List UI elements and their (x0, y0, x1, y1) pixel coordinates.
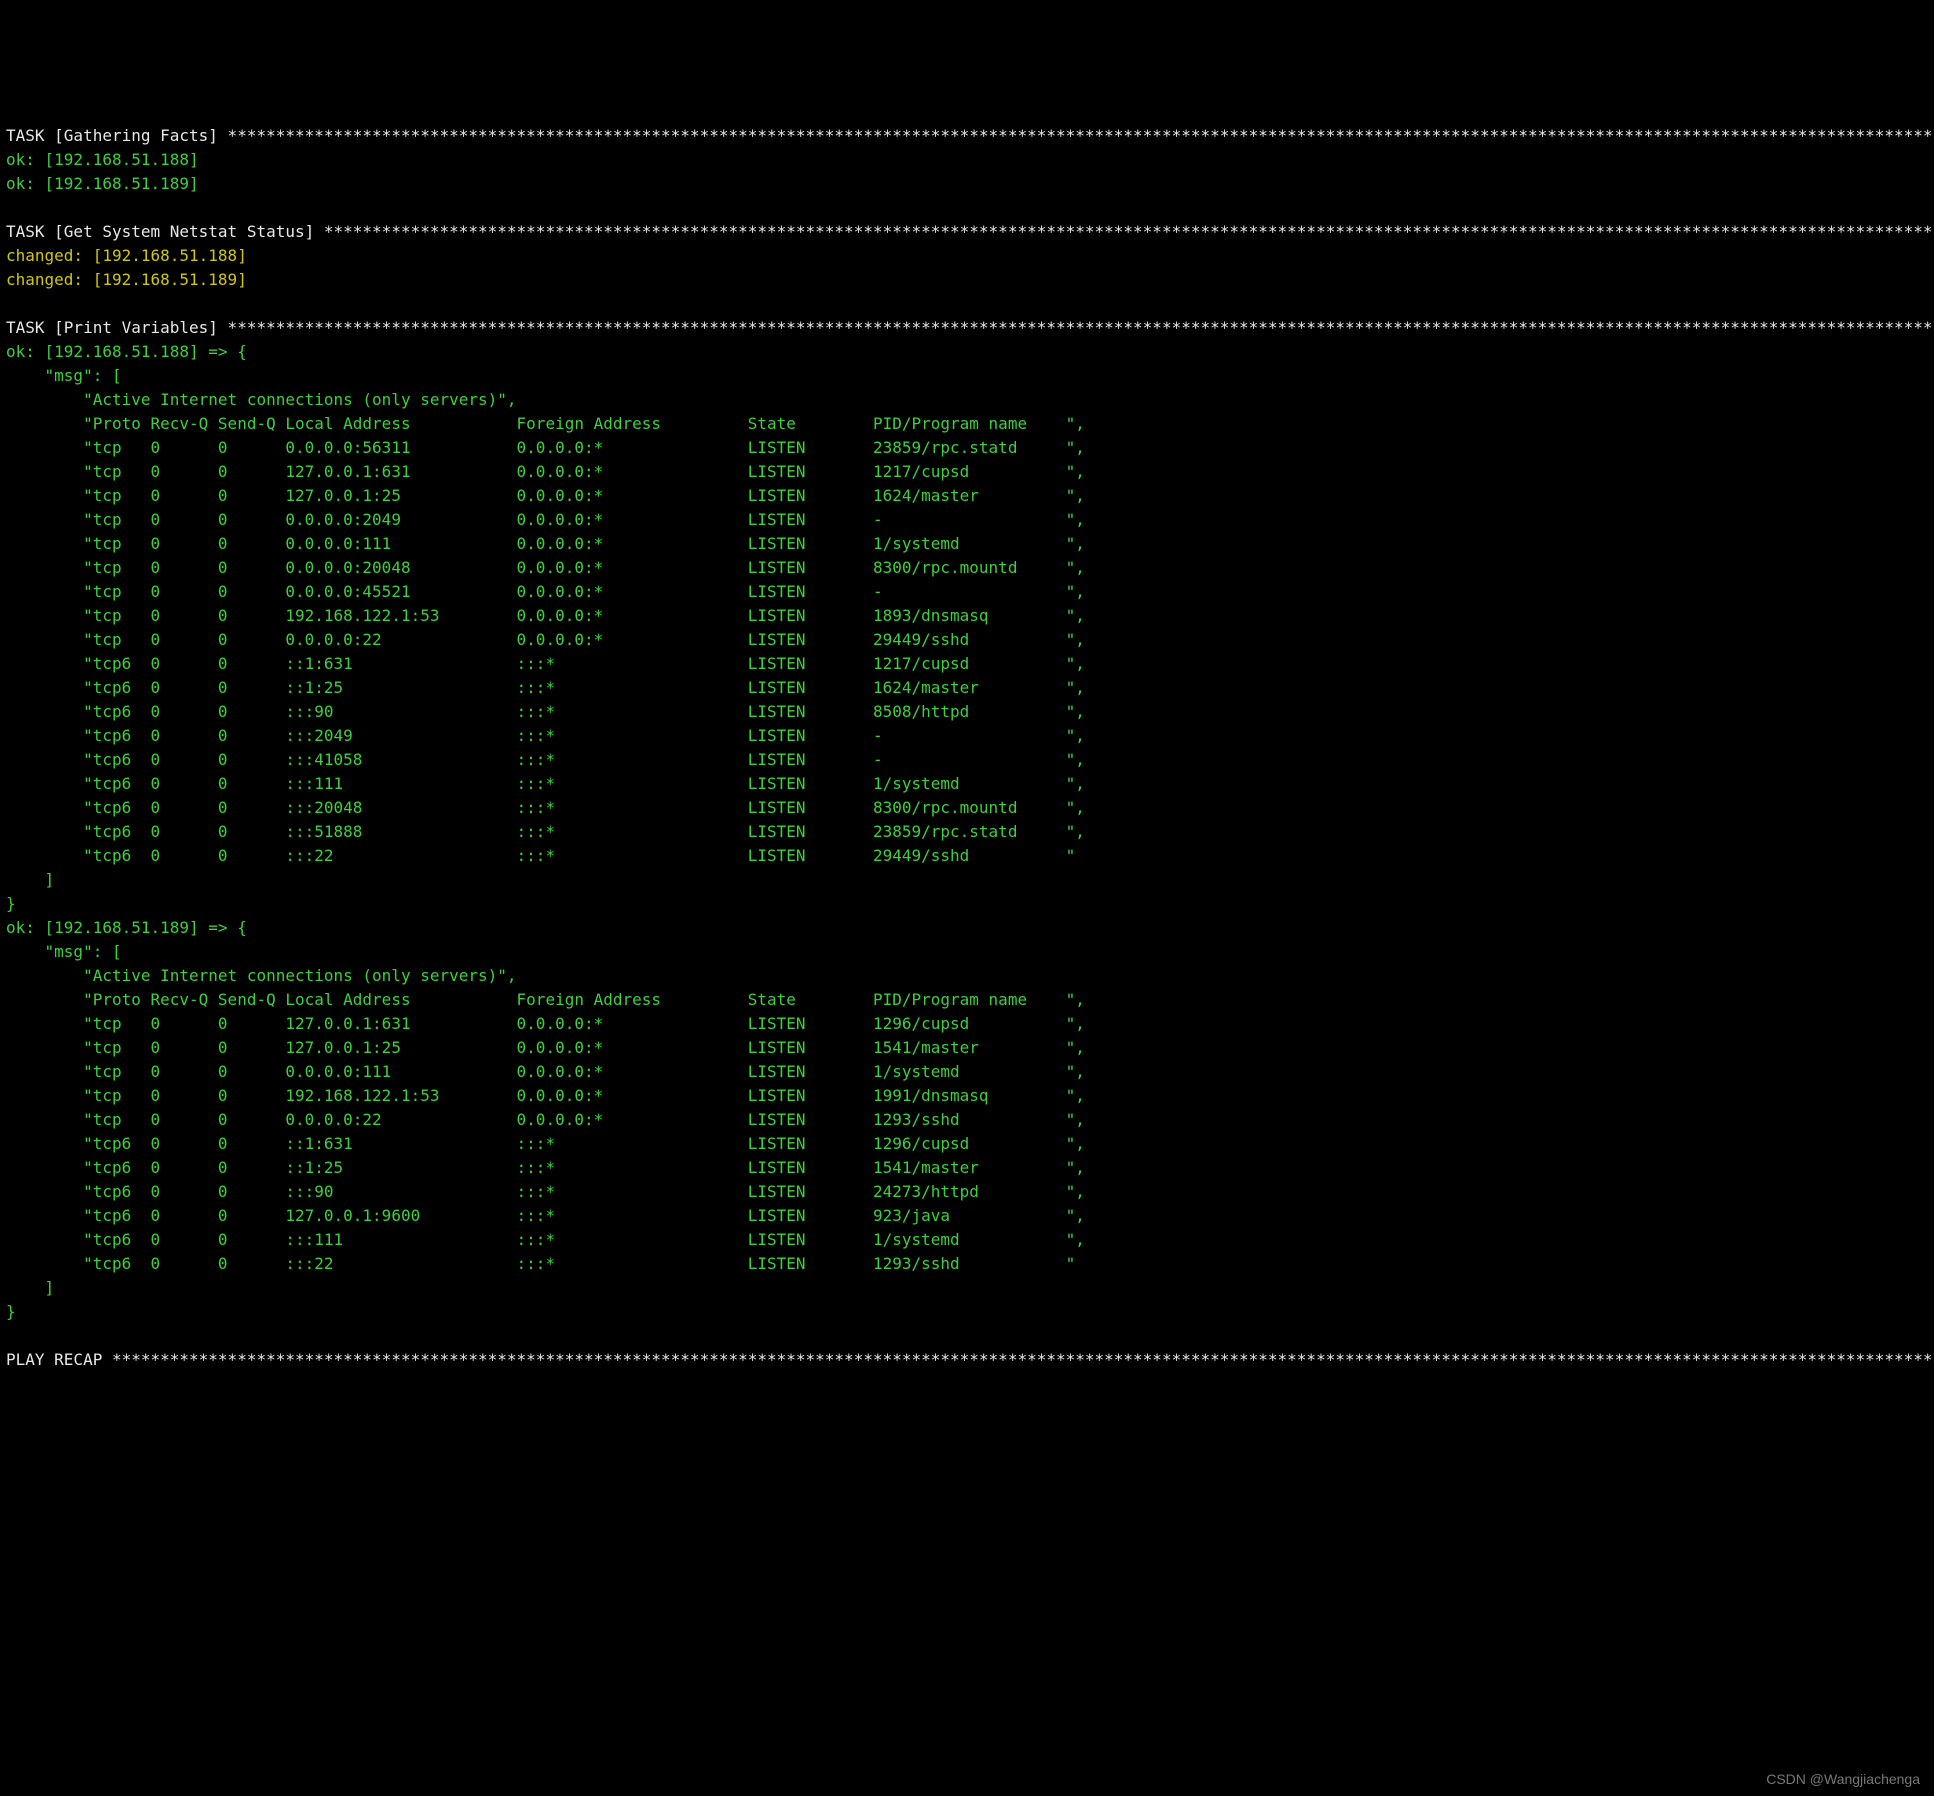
netstat-row: "tcp6 0 0 :::51888 :::* LISTEN 23859/rpc… (6, 820, 1934, 844)
blank-line (6, 292, 1934, 316)
msg-close-bracket: ] (6, 1276, 1934, 1300)
msg-key: "msg": [ (6, 940, 1934, 964)
netstat-row: "tcp 0 0 192.168.122.1:53 0.0.0.0:* LIST… (6, 604, 1934, 628)
status-line: ok: [192.168.51.189] (6, 172, 1934, 196)
netstat-row: "tcp6 0 0 ::1:631 :::* LISTEN 1296/cupsd… (6, 1132, 1934, 1156)
task-header: TASK [Print Variables] *****************… (6, 316, 1934, 340)
status-line: changed: [192.168.51.188] (6, 244, 1934, 268)
netstat-row: "tcp 0 0 192.168.122.1:53 0.0.0.0:* LIST… (6, 1084, 1934, 1108)
msg-close-bracket: ] (6, 868, 1934, 892)
netstat-row: "tcp 0 0 127.0.0.1:25 0.0.0.0:* LISTEN 1… (6, 1036, 1934, 1060)
netstat-row: "tcp6 0 0 :::22 :::* LISTEN 1293/sshd " (6, 1252, 1934, 1276)
netstat-row: "tcp6 0 0 ::1:25 :::* LISTEN 1624/master… (6, 676, 1934, 700)
netstat-row: "tcp6 0 0 :::90 :::* LISTEN 24273/httpd … (6, 1180, 1934, 1204)
msg-key: "msg": [ (6, 364, 1934, 388)
result-close-brace: } (6, 1300, 1934, 1324)
watermark: CSDN @Wangjiachenga (1766, 1769, 1920, 1790)
netstat-row: "tcp6 0 0 :::22 :::* LISTEN 29449/sshd " (6, 844, 1934, 868)
netstat-row: "tcp 0 0 0.0.0.0:111 0.0.0.0:* LISTEN 1/… (6, 532, 1934, 556)
blank-line (6, 1324, 1934, 1348)
netstat-row: "tcp6 0 0 :::41058 :::* LISTEN - ", (6, 748, 1934, 772)
netstat-row: "tcp6 0 0 ::1:631 :::* LISTEN 1217/cupsd… (6, 652, 1934, 676)
play-recap-header: PLAY RECAP *****************************… (6, 1348, 1934, 1372)
netstat-row: "tcp6 0 0 ::1:25 :::* LISTEN 1541/master… (6, 1156, 1934, 1180)
netstat-row: "tcp6 0 0 :::2049 :::* LISTEN - ", (6, 724, 1934, 748)
status-line: changed: [192.168.51.189] (6, 268, 1934, 292)
netstat-row: "tcp6 0 0 :::90 :::* LISTEN 8508/httpd "… (6, 700, 1934, 724)
netstat-row: "tcp 0 0 0.0.0.0:45521 0.0.0.0:* LISTEN … (6, 580, 1934, 604)
netstat-header: "Proto Recv-Q Send-Q Local Address Forei… (6, 988, 1934, 1012)
netstat-row: "tcp6 0 0 :::20048 :::* LISTEN 8300/rpc.… (6, 796, 1934, 820)
netstat-row: "tcp 0 0 127.0.0.1:631 0.0.0.0:* LISTEN … (6, 1012, 1934, 1036)
msg-header: "Active Internet connections (only serve… (6, 388, 1934, 412)
netstat-row: "tcp 0 0 0.0.0.0:2049 0.0.0.0:* LISTEN -… (6, 508, 1934, 532)
netstat-row: "tcp 0 0 0.0.0.0:56311 0.0.0.0:* LISTEN … (6, 436, 1934, 460)
netstat-row: "tcp6 0 0 :::111 :::* LISTEN 1/systemd "… (6, 772, 1934, 796)
netstat-header: "Proto Recv-Q Send-Q Local Address Forei… (6, 412, 1934, 436)
status-line: ok: [192.168.51.188] (6, 148, 1934, 172)
blank-line (6, 196, 1934, 220)
task-header: TASK [Gathering Facts] *****************… (6, 124, 1934, 148)
task-header: TASK [Get System Netstat Status] *******… (6, 220, 1934, 244)
terminal-output: TASK [Gathering Facts] *****************… (0, 120, 1934, 1376)
netstat-row: "tcp6 0 0 127.0.0.1:9600 :::* LISTEN 923… (6, 1204, 1934, 1228)
msg-header: "Active Internet connections (only serve… (6, 964, 1934, 988)
netstat-row: "tcp 0 0 127.0.0.1:631 0.0.0.0:* LISTEN … (6, 460, 1934, 484)
result-close-brace: } (6, 892, 1934, 916)
result-host-line: ok: [192.168.51.189] => { (6, 916, 1934, 940)
netstat-row: "tcp 0 0 0.0.0.0:111 0.0.0.0:* LISTEN 1/… (6, 1060, 1934, 1084)
netstat-row: "tcp 0 0 127.0.0.1:25 0.0.0.0:* LISTEN 1… (6, 484, 1934, 508)
netstat-row: "tcp6 0 0 :::111 :::* LISTEN 1/systemd "… (6, 1228, 1934, 1252)
result-host-line: ok: [192.168.51.188] => { (6, 340, 1934, 364)
netstat-row: "tcp 0 0 0.0.0.0:22 0.0.0.0:* LISTEN 294… (6, 628, 1934, 652)
netstat-row: "tcp 0 0 0.0.0.0:22 0.0.0.0:* LISTEN 129… (6, 1108, 1934, 1132)
netstat-row: "tcp 0 0 0.0.0.0:20048 0.0.0.0:* LISTEN … (6, 556, 1934, 580)
